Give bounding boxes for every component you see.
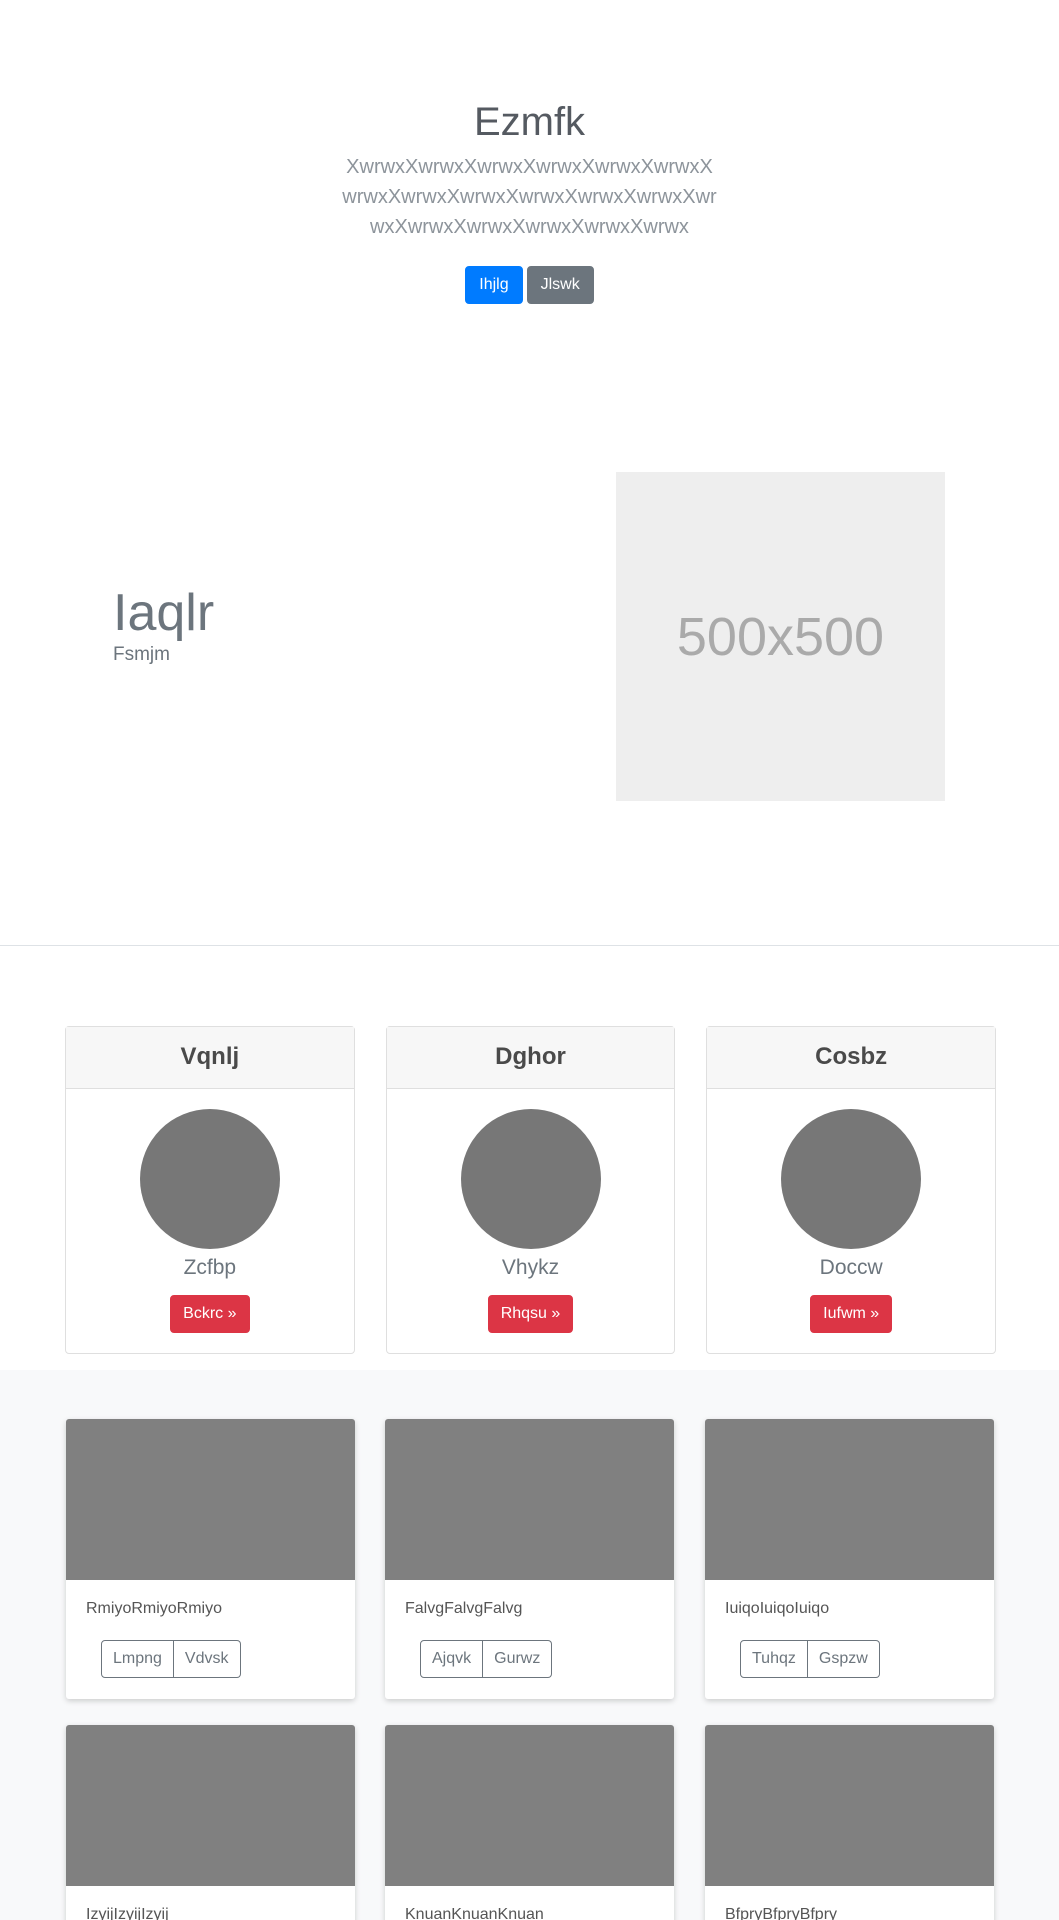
profile-card: Cosbz Doccw Iufwm » xyxy=(706,1026,997,1354)
album-section: RmiyoRmiyoRmiyo Lmpng Vdvsk FalvgFalvgFa… xyxy=(0,1370,1059,1920)
album-card: KnuanKnuanKnuan xyxy=(385,1725,674,1920)
hero-primary-button[interactable]: Ihjlg xyxy=(465,266,523,304)
hero-lead-text: XwrwxXwrwxXwrwxXwrwxXwrwxXwrwxXwrwxXwrwx… xyxy=(342,156,717,238)
album-card-button-2[interactable]: Vdvsk xyxy=(173,1640,241,1678)
feature-heading: Iaqlr xyxy=(113,584,215,642)
profile-card-button[interactable]: Iufwm » xyxy=(810,1295,893,1333)
profile-card-button[interactable]: Bckrc » xyxy=(170,1295,250,1333)
feature-image-placeholder: 500x500 xyxy=(616,472,945,801)
profile-card: Dghor Vhykz Rhqsu » xyxy=(385,1026,676,1354)
album-card: IuiqoIuiqoIuiqo Tuhqz Gspzw xyxy=(705,1419,994,1699)
avatar xyxy=(781,1109,922,1249)
album-card: IzyijIzyijIzyij xyxy=(66,1725,355,1920)
album-card-image xyxy=(385,1419,674,1580)
profile-card-header: Vqnlj xyxy=(66,1027,354,1089)
album-card: RmiyoRmiyoRmiyo Lmpng Vdvsk xyxy=(66,1419,355,1699)
album-card-text: BfpryBfpryBfpry xyxy=(725,1906,838,1920)
album-card-text: RmiyoRmiyoRmiyo xyxy=(86,1600,223,1617)
avatar xyxy=(460,1109,601,1249)
album-card-image xyxy=(705,1725,994,1886)
album-card-button-1[interactable]: Lmpng xyxy=(101,1640,174,1678)
feature-subheading: Fsmjm xyxy=(113,644,170,665)
hero-secondary-button[interactable]: Jlswk xyxy=(526,266,594,304)
profile-card-name: Vhykz xyxy=(501,1256,560,1279)
avatar xyxy=(140,1109,280,1249)
album-card-button-2[interactable]: Gspzw xyxy=(807,1640,880,1678)
profile-card-button[interactable]: Rhqsu » xyxy=(487,1295,574,1333)
hero-title: Ezmfk xyxy=(473,100,586,144)
album-card: BfpryBfpryBfpry xyxy=(705,1725,994,1920)
album-card-image xyxy=(385,1725,674,1886)
album-card-button-2[interactable]: Gurwz xyxy=(483,1640,553,1678)
album-card: FalvgFalvgFalvg Ajqvk Gurwz xyxy=(385,1419,674,1699)
album-card-image xyxy=(66,1725,355,1886)
hero-button-group: Ihjlg Jlswk xyxy=(0,266,1059,304)
album-card-text: IuiqoIuiqoIuiqo xyxy=(725,1600,830,1617)
hero-section: Ezmfk XwrwxXwrwxXwrwxXwrwxXwrwxXwrwxXwrw… xyxy=(0,0,1059,372)
profile-card-header: Cosbz xyxy=(707,1027,996,1089)
album-card-button-1[interactable]: Tuhqz xyxy=(740,1640,808,1678)
profile-card-name: Zcfbp xyxy=(183,1256,237,1279)
album-card-text: FalvgFalvgFalvg xyxy=(405,1600,523,1617)
album-card-image xyxy=(66,1419,355,1580)
profile-card-header: Dghor xyxy=(386,1027,675,1089)
album-card-button-group: Tuhqz Gspzw xyxy=(740,1640,880,1678)
album-card-button-1[interactable]: Ajqvk xyxy=(420,1640,484,1678)
profile-card-name: Doccw xyxy=(819,1256,883,1279)
album-card-button-group: Lmpng Vdvsk xyxy=(101,1640,241,1678)
album-card-image xyxy=(705,1419,994,1580)
album-card-text: IzyijIzyijIzyij xyxy=(86,1906,169,1920)
album-card-text: KnuanKnuanKnuan xyxy=(405,1906,544,1920)
album-card-button-group: Ajqvk Gurwz xyxy=(420,1640,553,1678)
profile-card: Vqnlj Zcfbp Bckrc » xyxy=(65,1026,355,1354)
feature-section: Iaqlr Fsmjm 500x500 xyxy=(0,372,1059,946)
profile-card-row: Vqnlj Zcfbp Bckrc » Dghor Vhykz Rhqsu » … xyxy=(65,1026,997,1354)
